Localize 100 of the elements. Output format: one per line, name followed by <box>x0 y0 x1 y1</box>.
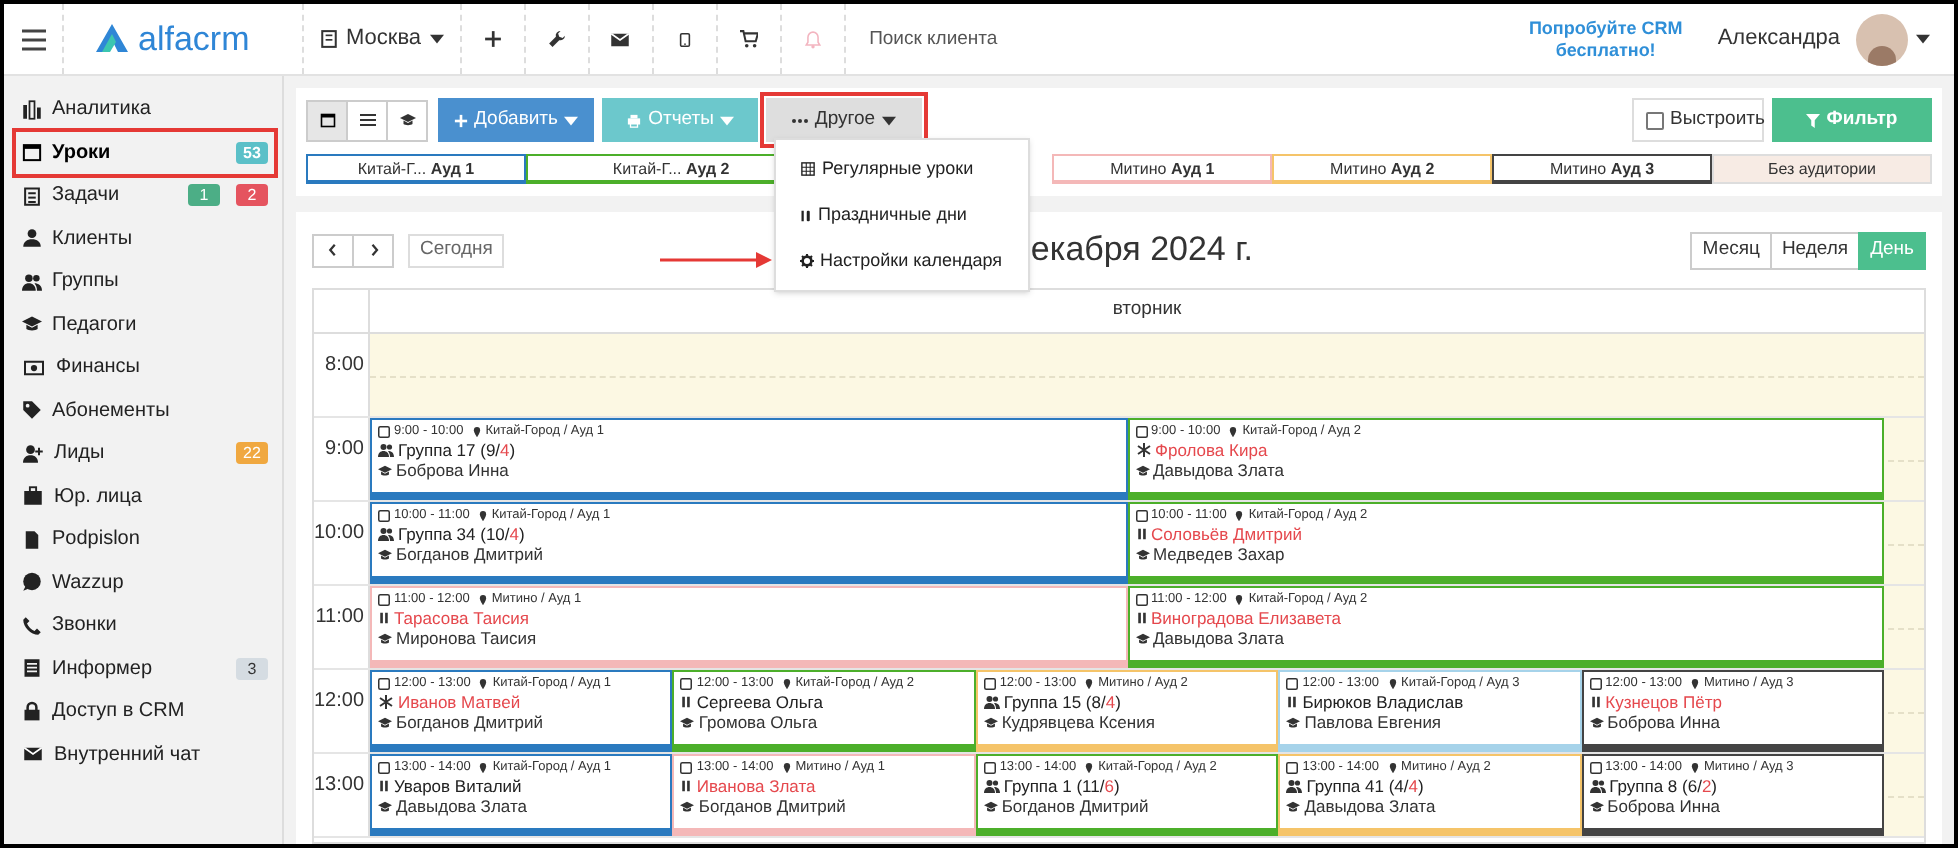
lesson-name[interactable]: Виноградова Елизавета <box>1151 608 1341 628</box>
room-chip[interactable]: Без аудитории <box>1712 154 1932 184</box>
graduation-cap-icon <box>378 715 392 729</box>
sidebar-item[interactable]: Информер 3 <box>16 647 274 690</box>
checkbox-icon <box>680 761 693 773</box>
pin-icon <box>471 425 482 437</box>
file-icon <box>22 529 42 550</box>
view-tab[interactable]: Месяц <box>1690 231 1772 269</box>
view-toggle[interactable] <box>346 99 388 141</box>
teacher-name: Боброва Инна <box>1607 796 1720 816</box>
sidebar-item[interactable]: Группы <box>16 260 274 303</box>
lesson-name[interactable]: Тарасова Таисия <box>394 608 529 628</box>
align-checkbox[interactable]: Выстроить <box>1632 98 1764 142</box>
view-toggle[interactable] <box>386 99 428 141</box>
lesson-name[interactable]: Группа 1 (11/6) <box>1003 776 1120 796</box>
checkbox-icon <box>1589 761 1602 773</box>
lesson-name[interactable]: Иванова Злата <box>696 776 816 796</box>
next-button[interactable] <box>352 233 394 267</box>
room-chip[interactable]: Митино Ауд 1 <box>1052 154 1273 184</box>
lesson-name[interactable]: Кузнецов Пётр <box>1605 692 1722 712</box>
room-chip[interactable]: Митино Ауд 2 <box>1272 154 1493 184</box>
teacher-name: Кудрявцева Ксения <box>1001 712 1155 732</box>
sidebar-item[interactable]: Юр. лица <box>16 475 274 518</box>
caret-icon <box>1916 34 1930 44</box>
lesson-name[interactable]: Соловьёв Дмитрий <box>1151 524 1302 544</box>
asterisk-icon <box>378 694 394 710</box>
pause-bars-icon <box>378 610 390 626</box>
pin-icon <box>1234 593 1245 605</box>
graduation-cap-icon <box>1135 463 1149 477</box>
teacher-name: Богданов Дмитрий <box>698 796 846 816</box>
graduation-cap-icon <box>399 112 415 128</box>
checkbox-icon <box>1286 677 1299 689</box>
lesson-name[interactable]: Фролова Кира <box>1155 440 1268 460</box>
lesson-name[interactable]: Группа 41 (4/4) <box>1306 776 1424 796</box>
users-icon <box>1589 778 1606 794</box>
other-button[interactable]: Другое <box>766 98 922 142</box>
calendar-icon <box>319 112 335 128</box>
view-tab[interactable]: Неделя <box>1769 231 1861 269</box>
sidebar-item[interactable]: Звонки <box>16 604 274 647</box>
room-chip[interactable]: Митино Ауд 3 <box>1492 154 1713 184</box>
lesson-name[interactable]: Группа 8 (6/2) <box>1609 776 1718 796</box>
teacher-name: Богданов Дмитрий <box>396 544 543 564</box>
today-button[interactable]: Сегодня <box>408 233 505 267</box>
plus-icon <box>454 113 468 127</box>
room-chip[interactable]: Китай-Г... Ауд 1 <box>306 154 526 184</box>
count-badge: 3 <box>236 657 268 680</box>
sidebar-item[interactable]: Задачи 1 2 <box>16 174 274 217</box>
search-field[interactable]: Поиск клиента <box>853 13 1254 65</box>
filter-icon <box>1806 113 1821 127</box>
graduation-cap-icon <box>1135 547 1149 561</box>
logo-icon <box>94 23 130 55</box>
previous-button[interactable] <box>312 233 354 267</box>
city-dropdown[interactable]: Москва <box>304 4 462 74</box>
graduation-cap-icon <box>22 314 42 335</box>
checkbox[interactable] <box>1646 111 1664 129</box>
calendar-icon <box>22 142 42 163</box>
sidebar-item[interactable]: Уроки 53 <box>16 131 274 174</box>
mobile-icon <box>677 29 692 49</box>
count-badge: 53 <box>236 141 268 164</box>
teacher-name: Давыдова Злата <box>1304 796 1436 816</box>
plus-icon <box>483 30 502 48</box>
building-icon <box>320 28 338 50</box>
sidebar-item[interactable]: Wazzup <box>16 561 274 604</box>
graduation-cap-icon <box>1589 799 1604 813</box>
sidebar-item[interactable]: Внутренний чат <box>16 733 274 776</box>
lesson-name[interactable]: Иванов Матвей <box>398 692 521 712</box>
dropdown-item[interactable]: Настройки календаря <box>776 238 1028 284</box>
sidebar-item[interactable]: Podpislon <box>16 518 274 561</box>
pause-bars-icon <box>1135 526 1147 542</box>
user-name: Александра <box>1717 24 1840 55</box>
pause-bars-icon <box>1589 694 1602 710</box>
dropdown-item[interactable]: Праздничные дни <box>776 192 1028 238</box>
view-toggle[interactable] <box>306 99 348 141</box>
sidebar-item[interactable]: Абонементы <box>16 389 274 432</box>
count-badge: 2 <box>236 184 268 207</box>
checkbox-icon <box>1589 677 1602 689</box>
sidebar-item[interactable]: Педагоги <box>16 303 274 346</box>
pause-bars-icon <box>680 778 693 794</box>
day-header: вторник <box>1112 296 1182 325</box>
lesson-name[interactable]: Группа 17 (9/4) <box>398 440 516 460</box>
graduation-cap-icon <box>378 547 392 561</box>
sidebar-item[interactable]: Лиды 22 <box>16 432 274 475</box>
logo: alfacrm <box>138 22 250 56</box>
lesson-name[interactable]: Группа 15 (8/4) <box>1003 692 1121 712</box>
pause-bars-icon <box>1286 694 1299 710</box>
sidebar-item[interactable]: Финансы <box>16 346 274 389</box>
pause-bars-icon <box>378 778 390 794</box>
users-icon <box>1286 778 1303 794</box>
lesson-name[interactable]: Группа 34 (10/4) <box>398 524 525 544</box>
asterisk-icon <box>1135 442 1151 458</box>
lesson-name[interactable]: Уваров Виталий <box>394 776 522 796</box>
sidebar-item[interactable]: Доступ в CRM <box>16 690 274 733</box>
sidebar-item[interactable]: Аналитика <box>16 88 274 131</box>
graduation-cap-icon <box>680 715 695 729</box>
teacher-name: Павлова Евгения <box>1304 712 1442 732</box>
sidebar-item[interactable]: Клиенты <box>16 217 274 260</box>
lesson-name[interactable]: Бирюков Владислав <box>1302 692 1464 712</box>
lesson-name[interactable]: Сергеева Ольга <box>696 692 823 712</box>
checkbox-icon <box>1135 425 1147 437</box>
avatar[interactable] <box>1856 13 1908 65</box>
